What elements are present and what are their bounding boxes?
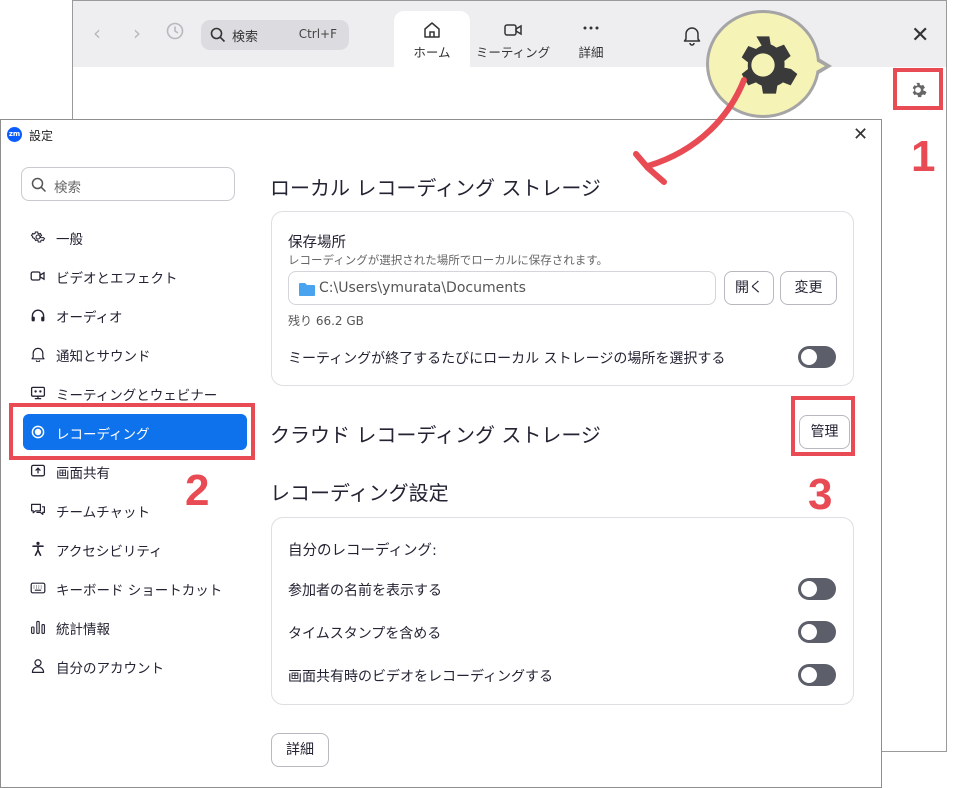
show-names-toggle[interactable] — [798, 578, 836, 600]
sidebar-item-label: 通知とサウンド — [56, 349, 151, 365]
sidebar-item-notifications[interactable]: 通知とサウンド — [23, 336, 247, 372]
annotation-arrow-icon — [633, 77, 747, 185]
step-number-2: 2 — [185, 466, 210, 515]
timestamp-label: タイムスタンプを含める — [288, 626, 442, 642]
callout-tail-inner — [809, 57, 825, 75]
back-arrow-icon[interactable]: ‹ — [85, 21, 109, 45]
sidebar-item-label: オーディオ — [56, 310, 123, 326]
sidebar-item-label: アクセシビリティ — [56, 544, 163, 560]
sidebar-item-keyboard-shortcuts[interactable]: キーボード ショートカット — [23, 570, 247, 606]
sidebar-item-accessibility[interactable]: アクセシビリティ — [23, 531, 247, 567]
zoom-logo-icon: zm — [7, 127, 22, 142]
sidebar-item-label: キーボード ショートカット — [56, 583, 223, 599]
open-folder-button[interactable]: 開く — [724, 271, 774, 305]
local-storage-card: 保存場所 レコーディングが選択された場所でローカルに保存されます。 C:\Use… — [271, 211, 854, 386]
sidebar-item-label: 一般 — [56, 232, 83, 248]
share-screen-icon — [30, 464, 46, 477]
presentation-icon — [30, 386, 46, 400]
sidebar-item-label: チームチャット — [56, 505, 150, 521]
sidebar-item-label: 自分のアカウント — [56, 661, 164, 677]
sidebar-item-team-chat[interactable]: チームチャット — [23, 492, 247, 528]
record-video-share-toggle[interactable] — [798, 664, 836, 686]
headphones-icon — [31, 309, 45, 322]
video-camera-icon — [504, 24, 522, 36]
statistics-icon — [31, 620, 45, 634]
cloud-storage-title: クラウド レコーディング ストレージ — [270, 423, 601, 447]
save-location-label: 保存場所 — [288, 235, 346, 251]
search-icon — [31, 177, 47, 193]
sidebar-item-label: ビデオとエフェクト — [56, 271, 178, 287]
top-search-bar[interactable]: 検索 Ctrl+F — [201, 20, 349, 50]
history-icon[interactable] — [163, 21, 187, 45]
sidebar-search-input[interactable]: 検索 — [21, 167, 235, 201]
record-video-share-label: 画面共有時のビデオをレコーディングする — [288, 669, 554, 685]
sidebar-item-audio[interactable]: オーディオ — [23, 297, 247, 333]
sidebar-item-label: ミーティングとウェビナー — [56, 388, 218, 404]
sidebar-item-general[interactable]: 一般 — [23, 219, 247, 255]
recording-item-highlight — [9, 403, 255, 460]
choose-location-toggle[interactable] — [798, 346, 836, 368]
keyboard-icon — [30, 582, 46, 594]
folder-icon — [299, 283, 315, 296]
save-path-field[interactable]: C:\Users\ymurata\Documents — [288, 271, 716, 305]
local-storage-title: ローカル レコーディング ストレージ — [270, 176, 601, 200]
search-icon — [210, 27, 226, 43]
tab-more-label: 詳細 — [578, 45, 604, 60]
search-shortcut: Ctrl+F — [298, 27, 337, 41]
tab-meetings-label: ミーティング — [475, 45, 551, 60]
tab-home-label: ホーム — [413, 45, 451, 60]
remaining-space: 残り 66.2 GB — [288, 314, 364, 328]
tab-home[interactable]: ホーム — [394, 11, 470, 67]
account-icon — [31, 659, 45, 673]
sidebar-search-placeholder: 検索 — [54, 180, 81, 196]
sidebar-item-video[interactable]: ビデオとエフェクト — [23, 258, 247, 294]
more-dots-icon — [583, 26, 599, 30]
tab-more[interactable]: 詳細 — [555, 11, 627, 67]
chat-icon — [31, 503, 45, 515]
sidebar-item-statistics[interactable]: 統計情報 — [23, 609, 247, 645]
sidebar-item-account[interactable]: 自分のアカウント — [23, 648, 247, 684]
tab-meetings[interactable]: ミーティング — [473, 11, 553, 67]
sidebar-item-label: 画面共有 — [56, 466, 110, 482]
gear-icon — [912, 82, 927, 98]
forward-arrow-icon[interactable]: › — [125, 21, 149, 45]
dialog-close-icon[interactable]: ✕ — [853, 124, 868, 145]
show-names-label: 参加者の名前を表示する — [288, 583, 442, 599]
recording-settings-title: レコーディング設定 — [270, 481, 449, 505]
change-folder-button[interactable]: 変更 — [780, 271, 837, 305]
choose-location-label: ミーティングが終了するたびにローカル ストレージの場所を選択する — [288, 351, 726, 367]
bell-icon[interactable] — [681, 24, 703, 46]
manage-button-highlight — [791, 396, 855, 456]
search-placeholder: 検索 — [232, 30, 259, 45]
dialog-title: 設定 — [29, 129, 54, 143]
my-recording-label: 自分のレコーディング: — [288, 543, 437, 559]
save-path-value: C:\Users\ymurata\Documents — [319, 280, 526, 296]
timestamp-toggle[interactable] — [798, 621, 836, 643]
recording-settings-card: 自分のレコーディング: 参加者の名前を表示する タイムスタンプを含める 画面共有… — [271, 517, 854, 705]
details-button[interactable]: 詳細 — [271, 733, 329, 767]
settings-button-highlight[interactable] — [893, 68, 943, 110]
step-number-3: 3 — [808, 470, 833, 519]
accessibility-icon — [32, 541, 44, 557]
home-icon — [424, 22, 440, 38]
sidebar-item-label: 統計情報 — [56, 622, 110, 638]
bell-icon — [31, 347, 45, 362]
gear-icon — [30, 231, 46, 243]
step-number-1: 1 — [911, 132, 936, 181]
video-camera-icon — [30, 271, 45, 281]
save-location-description: レコーディングが選択された場所でローカルに保存されます。 — [288, 253, 609, 267]
window-close-icon[interactable]: ✕ — [911, 23, 929, 48]
